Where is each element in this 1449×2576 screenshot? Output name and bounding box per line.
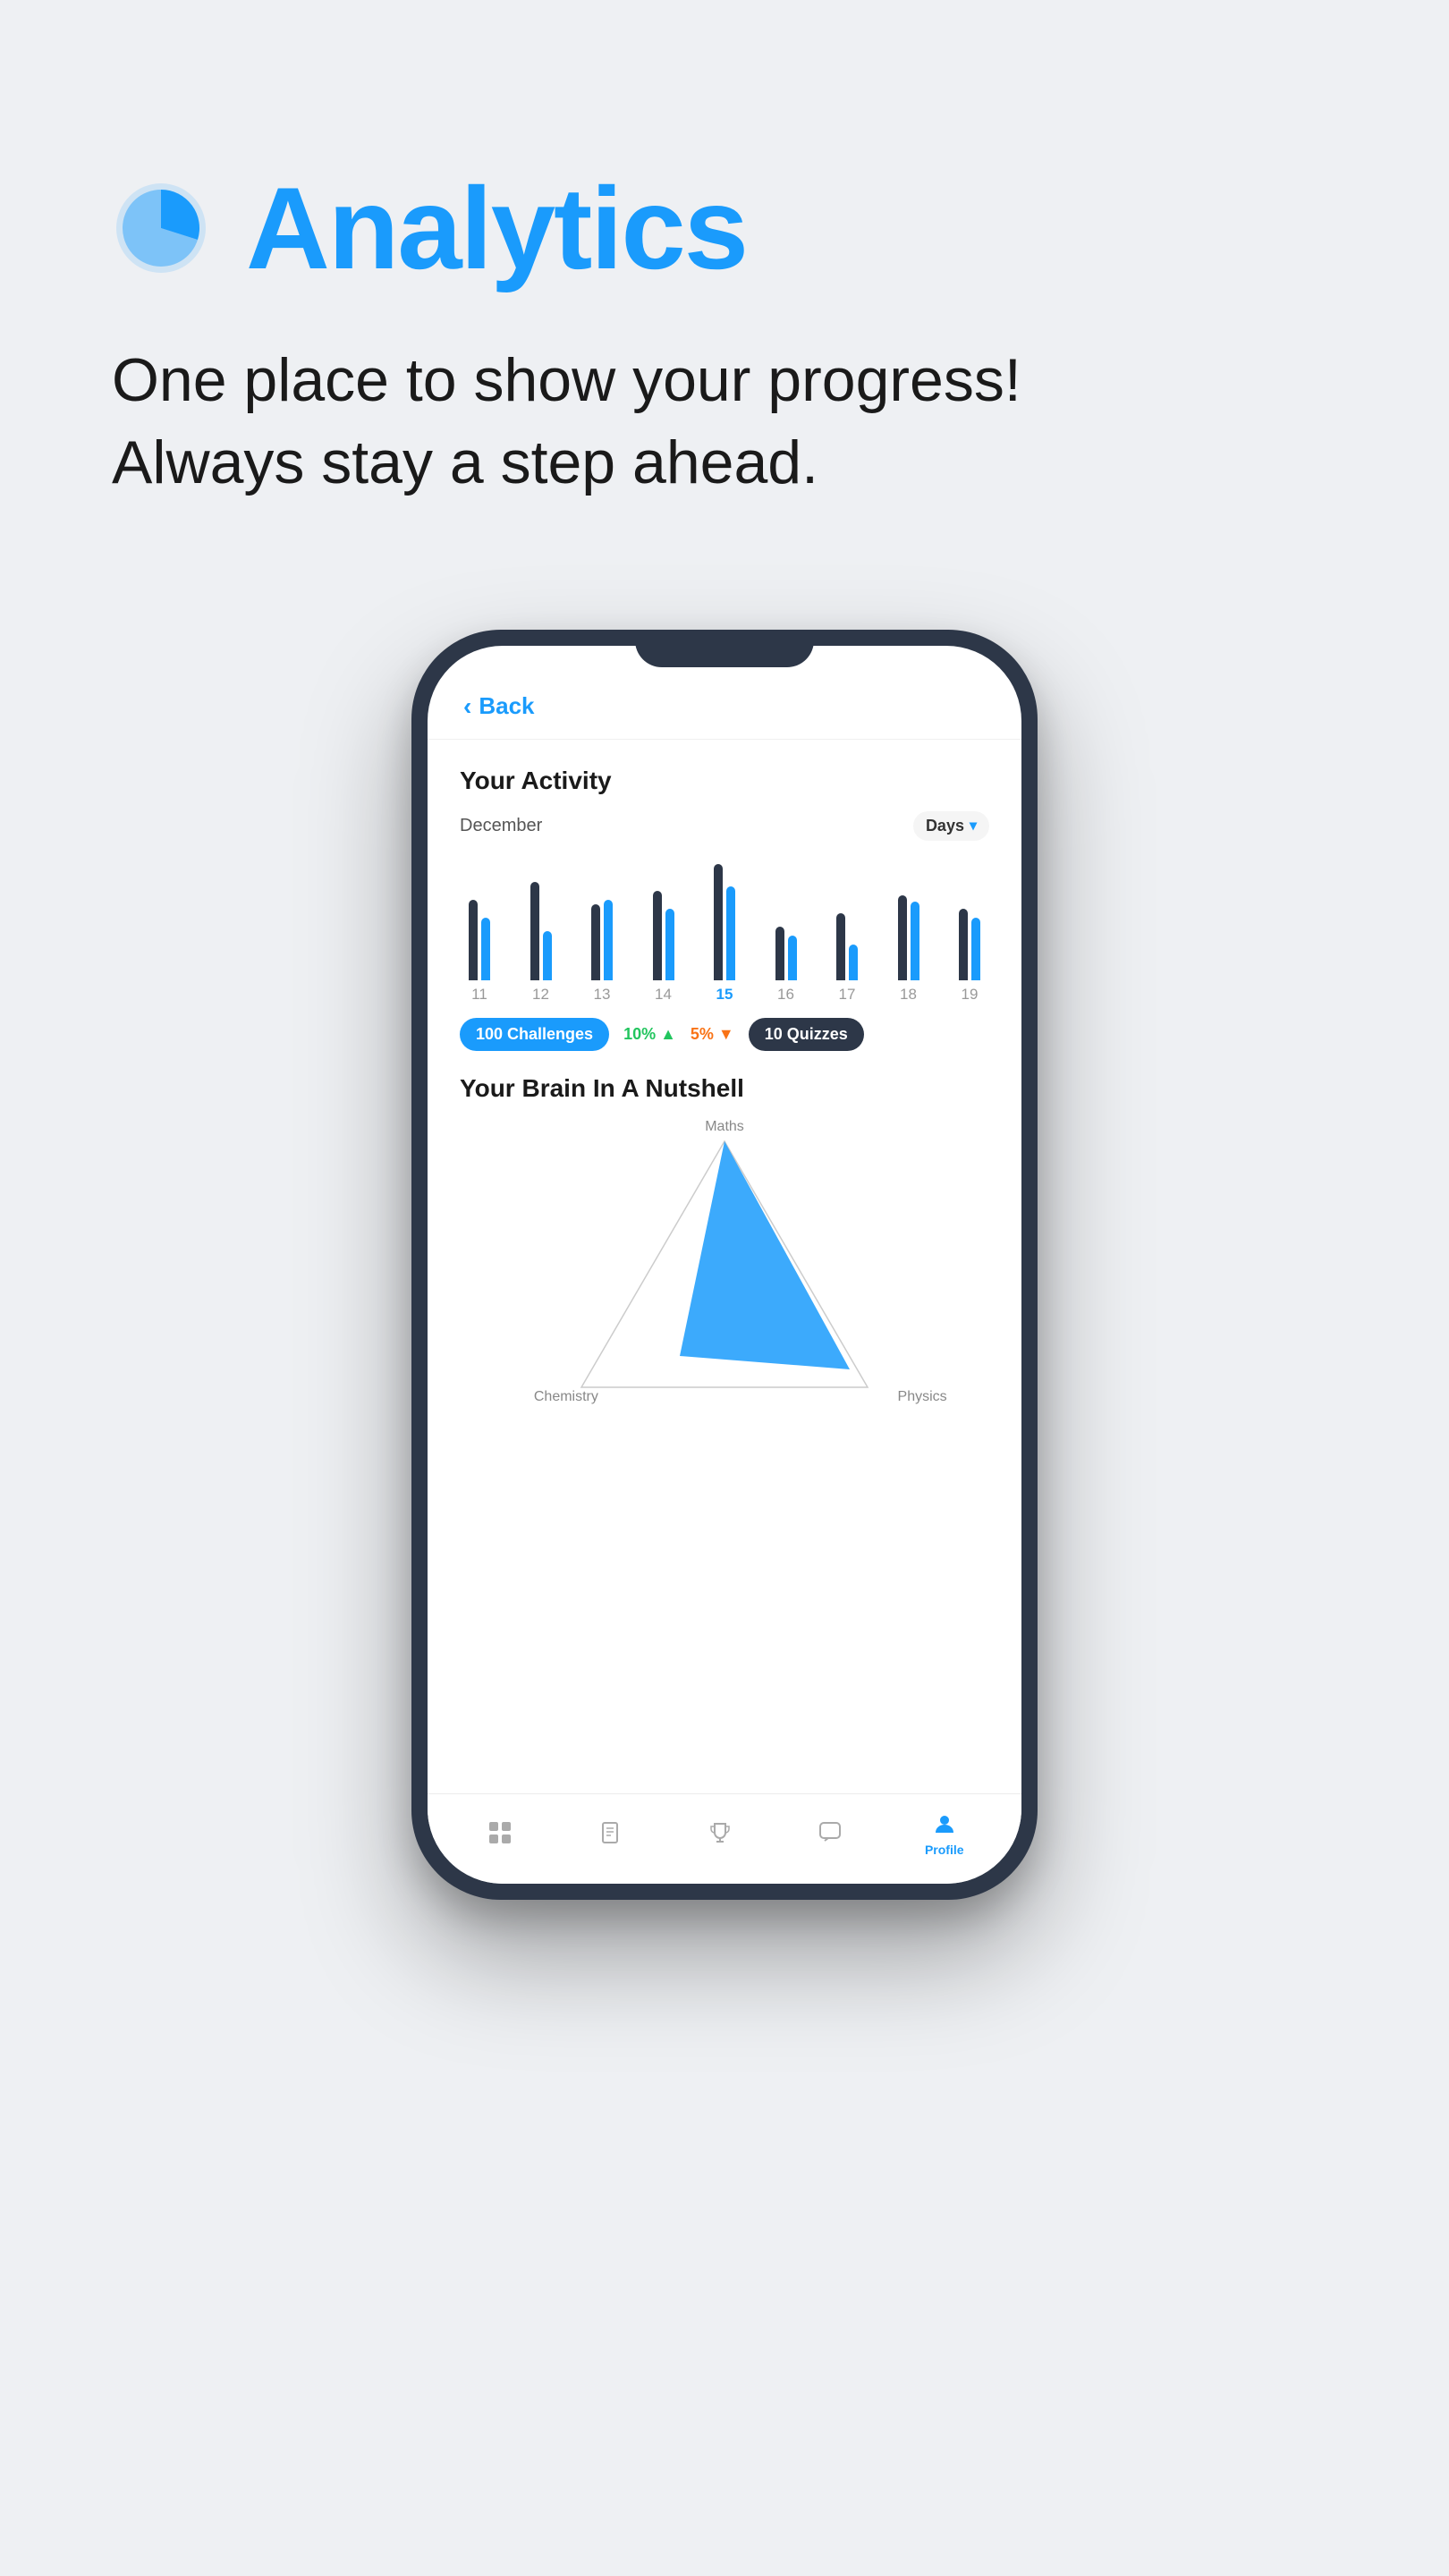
- hero-subtitle: One place to show your progress! Always …: [112, 340, 1337, 504]
- trophy-icon: [705, 1818, 735, 1848]
- back-button-label: Back: [479, 692, 534, 720]
- brain-section-title: Your Brain In A Nutshell: [460, 1074, 989, 1103]
- bar-label-18: 18: [900, 986, 917, 1004]
- bottom-navigation: Profile: [428, 1793, 1021, 1884]
- bar-group-19: 19: [959, 855, 980, 1004]
- days-filter-dropdown[interactable]: Days ▾: [913, 811, 989, 841]
- bar-label-17: 17: [839, 986, 856, 1004]
- bar-label-14: 14: [655, 986, 672, 1004]
- grid-icon: [485, 1818, 515, 1848]
- nav-item-profile[interactable]: Profile: [925, 1809, 964, 1857]
- bar-dark-17: [836, 913, 845, 980]
- month-label: December: [460, 816, 542, 836]
- bar-blue-17: [849, 945, 858, 980]
- bar-label-19: 19: [962, 986, 979, 1004]
- bar-group-14: 14: [653, 855, 674, 1004]
- bar-label-16: 16: [777, 986, 794, 1004]
- bar-dark-16: [775, 927, 784, 980]
- days-filter-label: Days: [926, 817, 964, 835]
- bar-dark-18: [898, 895, 907, 980]
- bar-group-12: 12: [530, 855, 552, 1004]
- bar-blue-18: [911, 902, 919, 980]
- stats-row: 100 Challenges 10% ▲ 5% ▼ 10 Quizzes: [460, 1018, 989, 1051]
- challenges-badge: 100 Challenges: [460, 1018, 609, 1051]
- bar-blue-14: [665, 909, 674, 980]
- bar-group-17: 17: [836, 855, 858, 1004]
- bar-dark-11: [469, 900, 478, 980]
- triangle-label-chemistry: Chemistry: [534, 1389, 598, 1405]
- phone-mockup: ‹ Back Your Activity December Days ▾: [0, 558, 1449, 2025]
- bar-blue-11: [481, 918, 490, 980]
- nav-item-home[interactable]: [485, 1818, 515, 1848]
- brain-triangle-chart: Maths Chemistry Physics: [460, 1119, 989, 1414]
- profile-icon: [929, 1809, 960, 1839]
- phone-frame: ‹ Back Your Activity December Days ▾: [411, 630, 1038, 1900]
- bar-blue-13: [604, 900, 613, 980]
- quizzes-badge: 10 Quizzes: [749, 1018, 864, 1051]
- analytics-pie-icon: [112, 179, 210, 277]
- screen-content: ‹ Back Your Activity December Days ▾: [428, 646, 1021, 1884]
- bar-label-11: 11: [471, 986, 487, 1004]
- bar-label-12: 12: [532, 986, 549, 1004]
- triangle-label-maths: Maths: [705, 1119, 744, 1135]
- screen-body: Your Activity December Days ▾: [428, 740, 1021, 1793]
- profile-nav-label: Profile: [925, 1843, 964, 1857]
- quizzes-change: 5% ▼: [691, 1025, 734, 1044]
- bar-blue-15: [726, 886, 735, 980]
- phone-notch: [635, 630, 814, 667]
- dropdown-arrow-icon: ▾: [970, 817, 977, 835]
- bar-group-11: 11: [469, 855, 490, 1004]
- back-chevron-icon: ‹: [463, 692, 471, 721]
- triangle-label-physics: Physics: [898, 1389, 947, 1405]
- bar-dark-19: [959, 909, 968, 980]
- bar-label-15: 15: [716, 986, 733, 1004]
- bar-label-13: 13: [594, 986, 611, 1004]
- bar-group-18: 18: [898, 855, 919, 1004]
- activity-bar-chart: 11 12: [460, 860, 989, 1004]
- bar-group-13: 13: [591, 855, 613, 1004]
- bar-dark-13: [591, 904, 600, 980]
- bar-group-15: 15: [714, 855, 735, 1004]
- bar-blue-19: [971, 918, 980, 980]
- activity-section-title: Your Activity: [460, 767, 989, 795]
- phone-screen: ‹ Back Your Activity December Days ▾: [428, 646, 1021, 1884]
- bar-dark-14: [653, 891, 662, 980]
- nav-item-learn[interactable]: [595, 1818, 625, 1848]
- challenges-change: 10% ▲: [623, 1025, 676, 1044]
- page-title: Analytics: [246, 161, 747, 295]
- book-icon: [595, 1818, 625, 1848]
- hero-section: Analytics One place to show your progres…: [0, 0, 1449, 558]
- nav-item-chat[interactable]: [815, 1818, 845, 1848]
- bar-dark-15: [714, 864, 723, 980]
- bar-blue-12: [543, 931, 552, 980]
- triangle-svg: [572, 1132, 877, 1401]
- activity-header: December Days ▾: [460, 811, 989, 841]
- bar-group-16: 16: [775, 855, 797, 1004]
- bar-blue-16: [788, 936, 797, 980]
- chat-icon: [815, 1818, 845, 1848]
- nav-item-trophy[interactable]: [705, 1818, 735, 1848]
- bar-dark-12: [530, 882, 539, 980]
